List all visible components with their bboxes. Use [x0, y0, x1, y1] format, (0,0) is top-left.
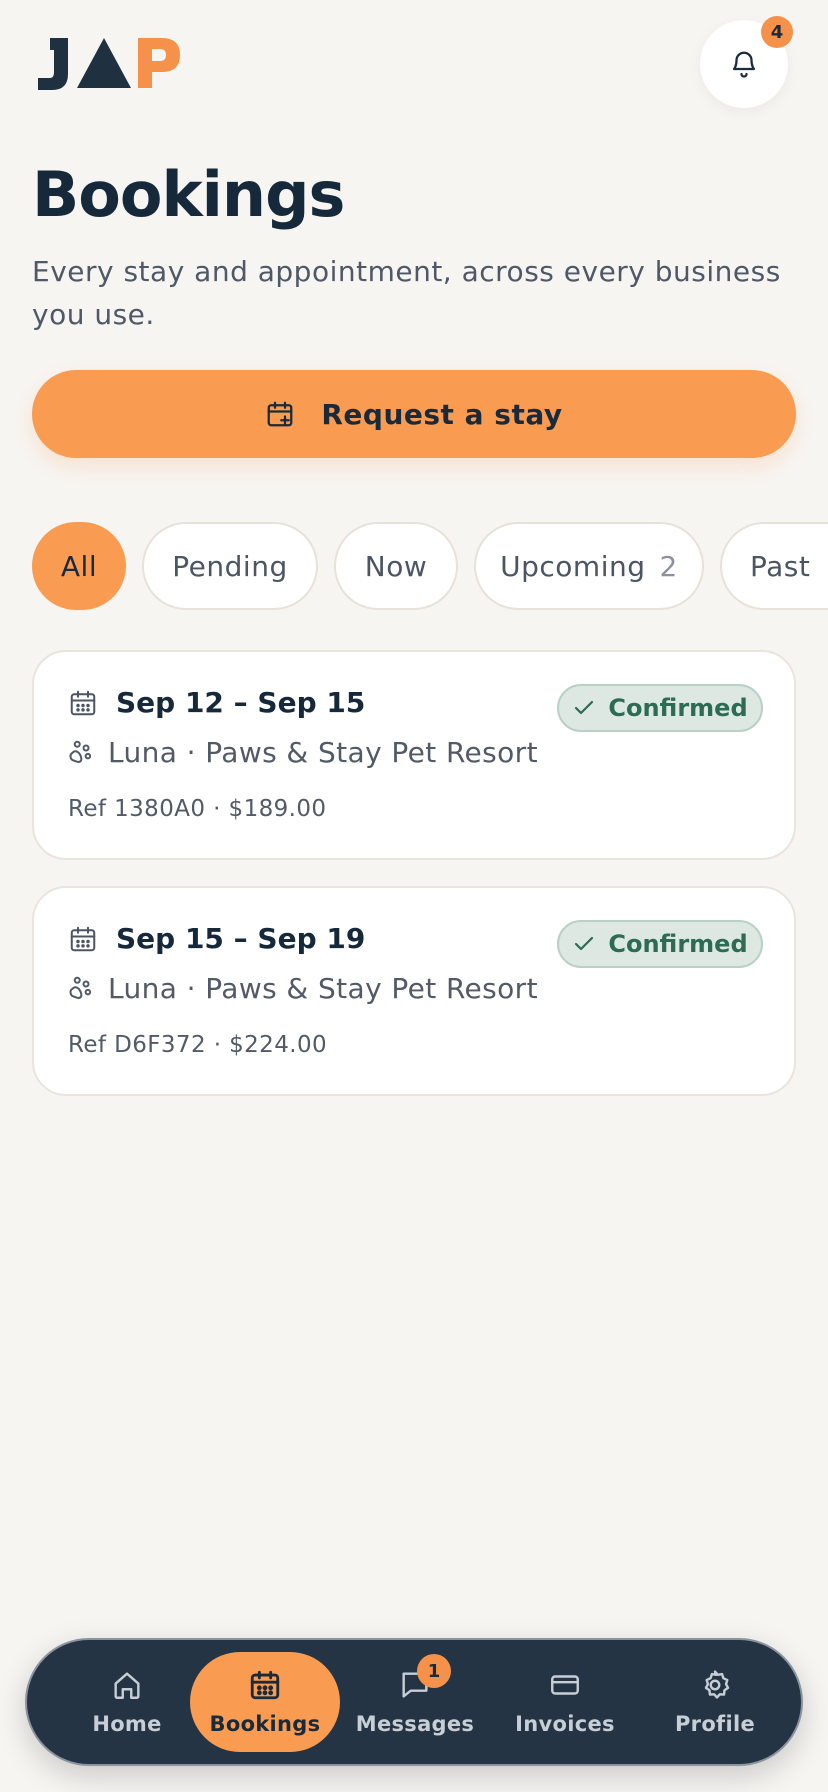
request-stay-button[interactable]: Request a stay: [32, 370, 796, 458]
filter-chip-label: Now: [364, 549, 428, 583]
nav-item-profile[interactable]: Profile: [640, 1640, 790, 1764]
paw-icon: [69, 740, 92, 763]
booking-card[interactable]: Sep 15 – Sep 19 Luna · Paws & Stay Pet R…: [32, 886, 796, 1096]
check-icon: [575, 700, 594, 715]
bookings-screen: 4 Bookings Every stay and appointment, a…: [0, 0, 828, 1792]
gear-icon: [704, 1670, 730, 1699]
nav-label: Home: [92, 1712, 162, 1736]
nav-item-home[interactable]: Home: [52, 1640, 202, 1764]
filter-chip-upcoming[interactable]: Upcoming 2: [474, 522, 704, 610]
nav-label: Profile: [674, 1712, 756, 1736]
booking-ref-price: Ref D6F372 · $224.00: [68, 1032, 328, 1058]
booking-pet-row: Luna · Paws & Stay Pet Resort: [66, 736, 538, 769]
booking-dates-row: Sep 12 – Sep 15: [68, 686, 365, 719]
filter-chip-pending[interactable]: Pending: [142, 522, 318, 610]
status-label: Confirmed: [608, 930, 748, 958]
filter-chip-all[interactable]: All: [32, 522, 126, 610]
nav-item-messages[interactable]: Messages: [340, 1640, 490, 1764]
calendar-plus-icon: [267, 401, 293, 427]
nav-label: Messages: [355, 1712, 475, 1736]
calendar-icon: [70, 690, 96, 715]
status-label: Confirmed: [608, 694, 748, 722]
booking-pet-business: Luna · Paws & Stay Pet Resort: [108, 736, 538, 769]
booking-card[interactable]: Sep 12 – Sep 15 Luna · Paws & Stay Pet R…: [32, 650, 796, 860]
nav-item-bookings[interactable]: Bookings: [190, 1652, 340, 1752]
page-title: Bookings: [32, 158, 345, 231]
booking-pet-row: Luna · Paws & Stay Pet Resort: [66, 972, 538, 1005]
filter-chip-past[interactable]: Past: [720, 522, 828, 610]
card-icon: [551, 1675, 579, 1695]
bottom-nav: Home Bookings Messages Invoices Profile: [25, 1638, 803, 1766]
page-subtitle: Every stay and appointment, across every…: [32, 255, 781, 331]
booking-dates-row: Sep 15 – Sep 19: [68, 922, 365, 955]
booking-pet-business: Luna · Paws & Stay Pet Resort: [108, 972, 538, 1005]
filter-chip-now[interactable]: Now: [334, 522, 458, 610]
paw-icon: [69, 976, 92, 999]
home-icon: [114, 1672, 140, 1699]
booking-dates: Sep 12 – Sep 15: [116, 686, 366, 719]
messages-badge: 1: [417, 1654, 451, 1688]
status-badge: Confirmed: [557, 684, 763, 732]
request-stay-label: Request a stay: [321, 397, 563, 431]
filter-chip-label: All: [60, 549, 98, 583]
jap-logo: [38, 38, 180, 90]
filter-chip-label: Past: [750, 549, 811, 583]
notifications-badge: 4: [761, 16, 793, 48]
check-icon: [575, 936, 594, 951]
nav-label: Invoices: [515, 1712, 615, 1736]
bell-icon: [732, 51, 756, 78]
nav-item-invoices[interactable]: Invoices: [490, 1640, 640, 1764]
booking-ref-price: Ref 1380A0 · $189.00: [68, 796, 327, 822]
nav-label: Bookings: [209, 1712, 321, 1736]
filter-chip-count: 2: [659, 549, 678, 583]
booking-dates: Sep 15 – Sep 19: [116, 922, 366, 955]
calendar-icon: [250, 1670, 280, 1700]
filter-chip-label: Pending: [172, 549, 288, 583]
calendar-icon: [70, 926, 96, 951]
filter-chip-label: Upcoming: [500, 549, 646, 583]
status-badge: Confirmed: [557, 920, 763, 968]
